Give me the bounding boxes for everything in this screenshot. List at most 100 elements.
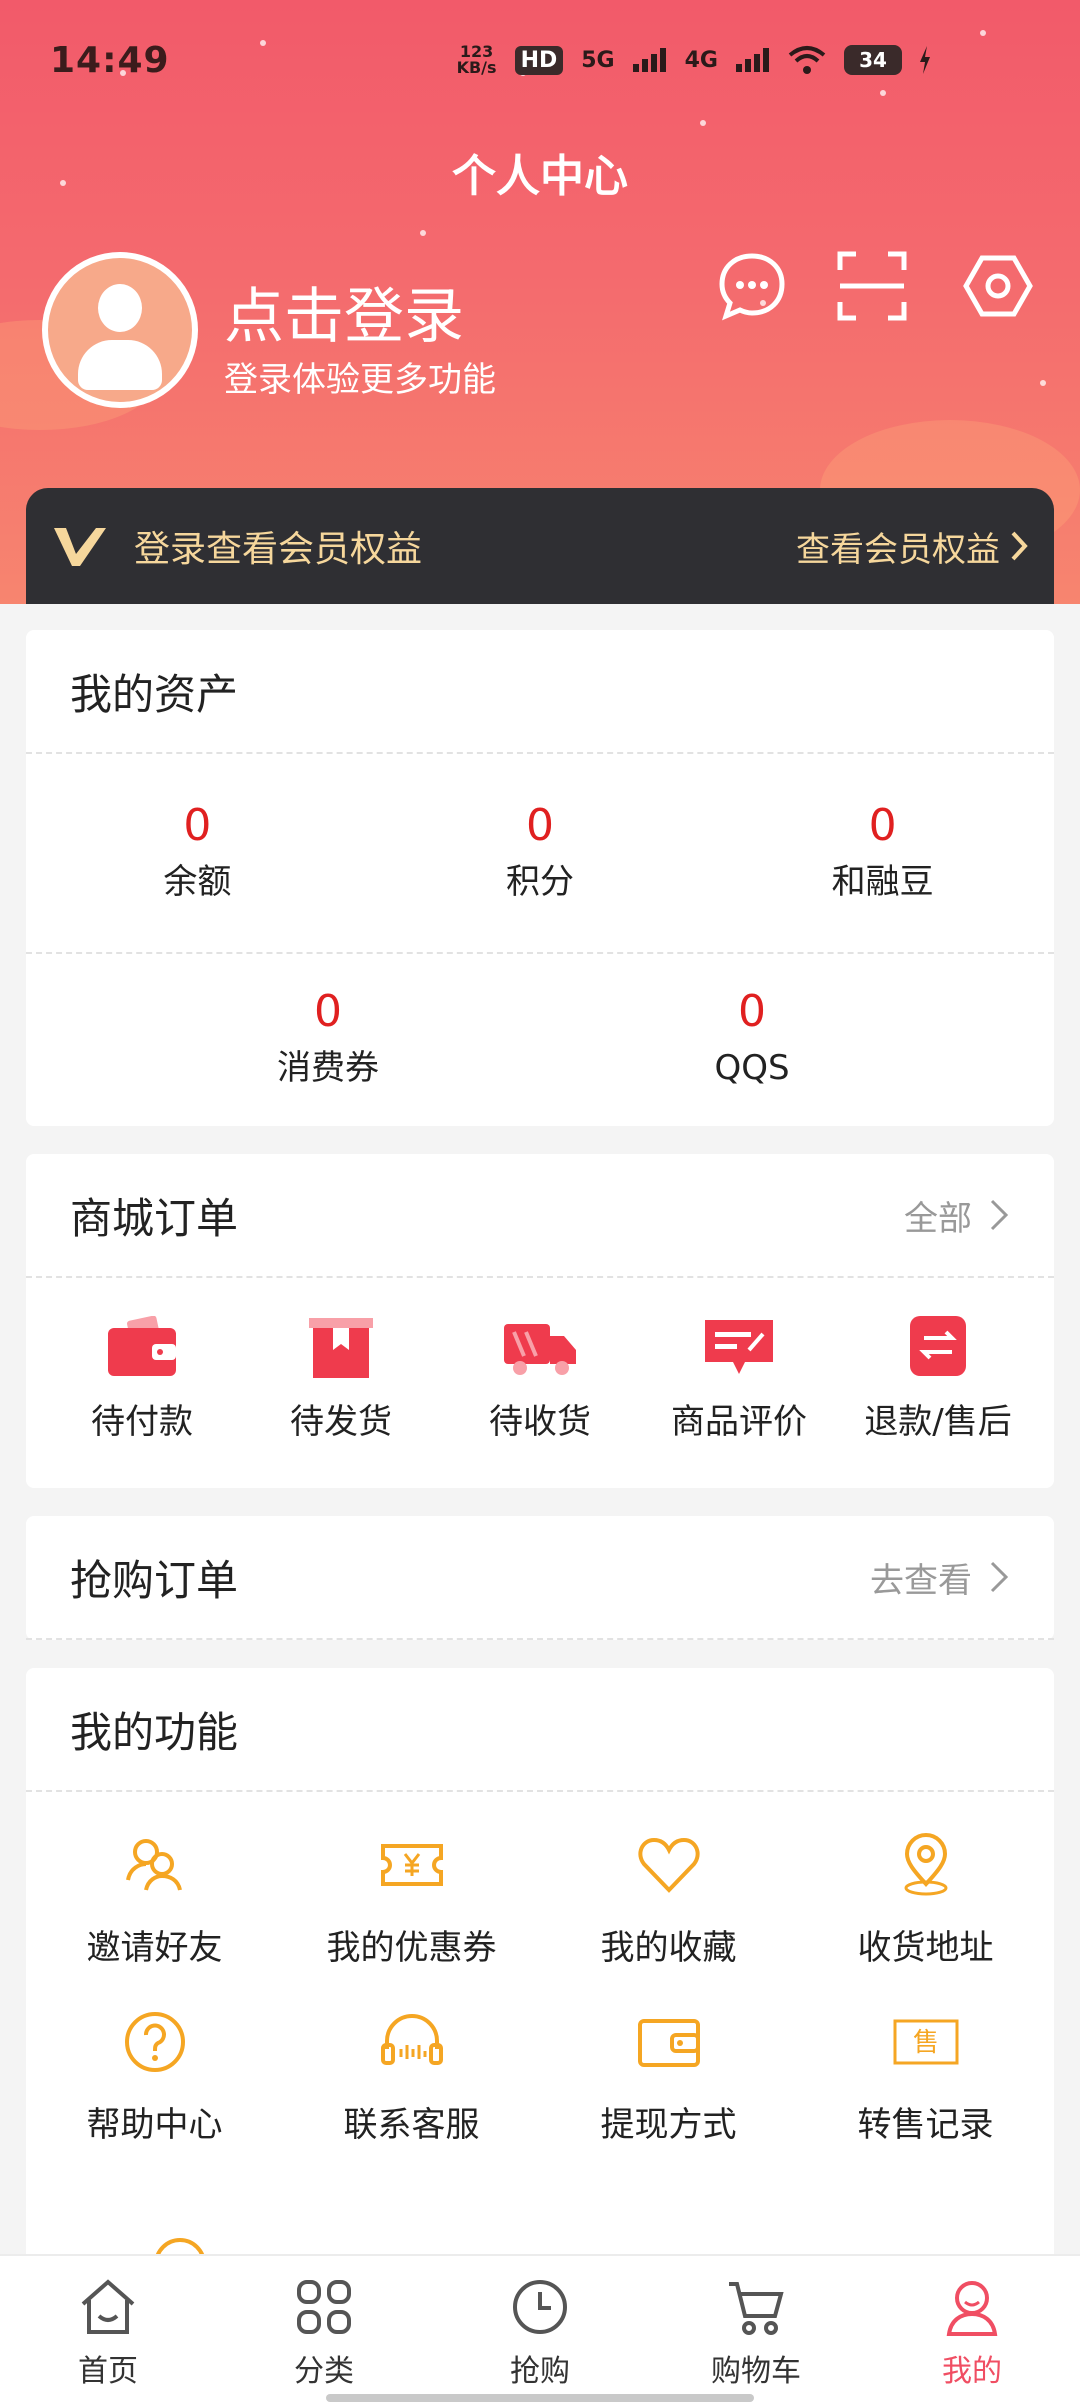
function-label: 联系客服 bbox=[343, 2105, 480, 2145]
view-benefits-label: 查看会员权益 bbox=[796, 529, 1000, 570]
function-label: 帮助中心 bbox=[86, 2105, 223, 2145]
order-label: 退款/售后 bbox=[864, 1402, 1012, 1442]
order-label: 待发货 bbox=[290, 1402, 392, 1442]
order-pending-shipment[interactable]: 待发货 bbox=[243, 1308, 439, 1488]
help-icon bbox=[124, 2012, 185, 2072]
order-pending-receipt[interactable]: 待收货 bbox=[442, 1308, 638, 1488]
category-icon bbox=[297, 2280, 351, 2334]
page-title: 个人中心 bbox=[452, 151, 628, 202]
coupon-icon bbox=[380, 1844, 443, 1886]
asset-qqs[interactable]: 0 QQS bbox=[592, 983, 912, 1095]
functions-card: 我的功能 邀请好友 我的优惠券 我的收藏 收货地址 帮助中心 联系客服 提现方式… bbox=[26, 1668, 1054, 2268]
asset-label: 积分 bbox=[505, 862, 574, 902]
wallet-icon bbox=[108, 1316, 176, 1376]
function-withdraw-method[interactable]: 提现方式 bbox=[540, 2009, 797, 2146]
scan-icon[interactable] bbox=[834, 248, 910, 324]
function-favorites[interactable]: 我的收藏 bbox=[540, 1832, 797, 1969]
assets-row: 0 余额 0 积分 0 和融豆 bbox=[26, 754, 1054, 952]
nav-category[interactable]: 分类 bbox=[234, 2276, 414, 2390]
member-bar-label: 登录查看会员权益 bbox=[134, 529, 423, 570]
charging-icon bbox=[920, 46, 930, 74]
withdraw-wallet-icon bbox=[637, 2019, 700, 2067]
location-icon bbox=[904, 1833, 947, 1896]
assets-title: 我的资产 bbox=[70, 669, 239, 719]
nav-label: 分类 bbox=[294, 2354, 354, 2389]
asset-label: 和融豆 bbox=[831, 862, 934, 902]
function-shipping-address[interactable]: 收货地址 bbox=[797, 1832, 1054, 1969]
function-my-coupons[interactable]: 我的优惠券 bbox=[283, 1832, 540, 1969]
flash-orders-title: 抢购订单 bbox=[70, 1555, 239, 1605]
function-label: 邀请好友 bbox=[86, 1928, 223, 1968]
nav-flash-sale[interactable]: 抢购 bbox=[450, 2276, 630, 2390]
clock-icon bbox=[513, 2280, 567, 2334]
mall-orders-header: 商城订单 全部 bbox=[26, 1154, 1054, 1278]
view-flash-orders-link[interactable]: 去查看 bbox=[870, 1553, 1010, 1602]
function-invite-friends[interactable]: 邀请好友 bbox=[26, 1832, 283, 1969]
bottom-nav: 首页 分类 抢购 购物车 我的 bbox=[0, 2254, 1080, 2408]
home-icon bbox=[81, 2279, 135, 2334]
all-orders-link[interactable]: 全部 bbox=[904, 1191, 1010, 1240]
asset-value: 0 bbox=[525, 800, 554, 851]
nav-profile[interactable]: 我的 bbox=[882, 2276, 1062, 2390]
flash-orders-header: 抢购订单 去查看 bbox=[26, 1516, 1054, 1640]
function-label: 我的优惠券 bbox=[326, 1928, 497, 1968]
headset-icon bbox=[380, 2014, 443, 2065]
chevron-right-icon bbox=[990, 1199, 1009, 1231]
assets-header: 我的资产 bbox=[26, 630, 1054, 754]
profile-icon bbox=[946, 2281, 998, 2336]
asset-consumer-voucher[interactable]: 0 消费券 bbox=[168, 983, 488, 1095]
function-customer-service[interactable]: 联系客服 bbox=[283, 2009, 540, 2146]
package-icon bbox=[309, 1318, 373, 1378]
invite-friends-icon bbox=[125, 1839, 182, 1891]
status-time: 14:49 bbox=[50, 40, 170, 81]
message-icon[interactable] bbox=[714, 248, 790, 324]
nav-label: 我的 bbox=[942, 2354, 1002, 2389]
asset-label: 消费券 bbox=[277, 1048, 379, 1088]
order-label: 商品评价 bbox=[671, 1402, 807, 1442]
asset-value: 0 bbox=[738, 986, 766, 1037]
function-label: 收货地址 bbox=[857, 1928, 994, 1968]
order-label: 待付款 bbox=[91, 1402, 193, 1442]
function-label: 提现方式 bbox=[600, 2105, 737, 2145]
asset-value: 0 bbox=[868, 800, 897, 851]
signal-5g: 5G bbox=[581, 47, 615, 73]
home-indicator[interactable] bbox=[326, 2394, 754, 2402]
decor-dot bbox=[1040, 380, 1046, 386]
member-benefits-bar[interactable]: 登录查看会员权益 查看会员权益 bbox=[26, 488, 1054, 604]
order-pending-payment[interactable]: 待付款 bbox=[44, 1308, 240, 1488]
hd-badge: HD bbox=[514, 45, 564, 75]
order-review[interactable]: 商品评价 bbox=[641, 1308, 837, 1488]
order-label: 待收货 bbox=[489, 1402, 591, 1442]
resale-icon: 售 bbox=[893, 2019, 958, 2065]
mall-orders-card: 商城订单 全部 待付款 待发货 待收货 商品评价 退款/售后 bbox=[26, 1154, 1054, 1488]
settings-icon[interactable] bbox=[960, 248, 1036, 324]
asset-value: 0 bbox=[183, 800, 212, 851]
chevron-right-icon bbox=[1011, 531, 1028, 561]
nav-label: 首页 bbox=[78, 2354, 138, 2389]
status-bar: 14:49 123 KB/s HD 5G 4G 34 bbox=[0, 0, 1080, 130]
function-resale-records[interactable]: 售 转售记录 bbox=[797, 2009, 1054, 2146]
asset-balance[interactable]: 0 余额 bbox=[37, 797, 357, 909]
signal-bars-icon bbox=[736, 48, 769, 72]
assets-card: 我的资产 0 余额 0 积分 0 和融豆 0 消费券 0 QQS bbox=[26, 630, 1054, 1126]
function-help-center[interactable]: 帮助中心 bbox=[26, 2009, 283, 2146]
nav-label: 购物车 bbox=[711, 2354, 801, 2389]
asset-points[interactable]: 0 积分 bbox=[380, 797, 700, 909]
decor-dot bbox=[420, 230, 426, 236]
functions-grid: 邀请好友 我的优惠券 我的收藏 收货地址 帮助中心 联系客服 提现方式 售 转售… bbox=[26, 1792, 1054, 2146]
svg-text:售: 售 bbox=[912, 2028, 938, 2058]
truck-icon bbox=[504, 1324, 576, 1375]
order-refund-aftersale[interactable]: 退款/售后 bbox=[840, 1308, 1036, 1488]
login-title[interactable]: 点击登录 bbox=[224, 268, 464, 355]
vip-v-icon bbox=[54, 528, 106, 566]
nav-home[interactable]: 首页 bbox=[18, 2276, 198, 2390]
functions-header: 我的功能 bbox=[26, 1668, 1054, 1792]
view-benefits-link[interactable]: 查看会员权益 bbox=[796, 522, 1028, 571]
nav-cart[interactable]: 购物车 bbox=[666, 2276, 846, 2390]
chevron-right-icon bbox=[990, 1561, 1009, 1593]
wifi-icon bbox=[788, 46, 826, 74]
function-label: 转售记录 bbox=[857, 2105, 994, 2145]
asset-herong-beans[interactable]: 0 和融豆 bbox=[723, 797, 1043, 909]
flash-orders-card[interactable]: 抢购订单 去查看 bbox=[26, 1516, 1054, 1640]
avatar[interactable] bbox=[42, 252, 198, 408]
